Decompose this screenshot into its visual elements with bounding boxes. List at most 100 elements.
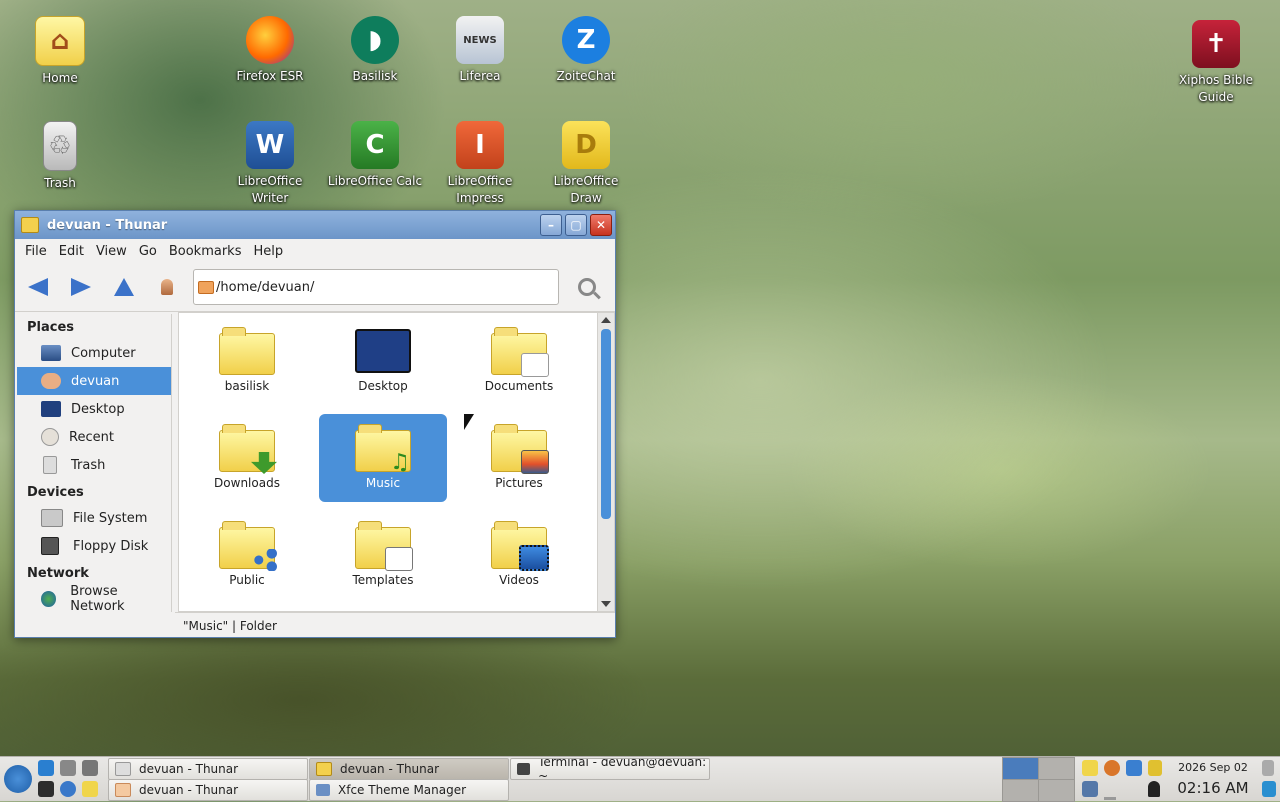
- desktop-icon-liferea[interactable]: NEWS Liferea: [432, 16, 528, 85]
- sidebar-section-places: Places: [27, 320, 75, 335]
- scroll-up-arrow-icon[interactable]: [601, 317, 611, 323]
- desktop-icon-firefox[interactable]: Firefox ESR: [222, 16, 318, 85]
- desktop-icon-draw[interactable]: D LibreOffice Draw: [538, 121, 634, 207]
- home-folder-icon: ⌂: [35, 16, 85, 66]
- task-button[interactable]: devuan - Thunar: [108, 758, 308, 780]
- menu-file[interactable]: File: [19, 244, 53, 259]
- sidebar-item-filesystem[interactable]: File System: [17, 504, 171, 532]
- pictures-folder-icon: [491, 424, 549, 474]
- floppy-icon: [41, 537, 59, 555]
- file-item-videos[interactable]: Videos: [455, 511, 583, 599]
- desktop-icon-home[interactable]: ⌂ Home: [12, 16, 108, 87]
- clock-time[interactable]: 02:16 AM: [1176, 779, 1250, 797]
- sidebar-item-devuan[interactable]: devuan: [17, 367, 171, 395]
- workspace-3[interactable]: [1002, 779, 1039, 802]
- file-item-label: Templates: [352, 573, 414, 587]
- liferea-news-icon: NEWS: [456, 16, 504, 64]
- clock-date[interactable]: 2026 Sep 02: [1176, 761, 1250, 774]
- task-button-terminal[interactable]: Terminal - devuan@devuan: ~: [510, 758, 710, 780]
- terminal-launcher-icon[interactable]: [38, 781, 54, 797]
- redshift-tray-icon[interactable]: [1104, 760, 1120, 776]
- eject-tray-icon[interactable]: [1104, 781, 1116, 800]
- sidebar-item-recent[interactable]: Recent: [17, 423, 171, 451]
- documents-folder-icon: [491, 327, 549, 377]
- updates-tray-icon[interactable]: [1126, 760, 1142, 776]
- file-item-desktop[interactable]: Desktop: [319, 317, 447, 405]
- vertical-scrollbar[interactable]: [597, 313, 614, 611]
- task-button-theme-manager[interactable]: Xfce Theme Manager: [309, 779, 509, 801]
- file-manager-launcher-icon[interactable]: [38, 760, 54, 776]
- file-item-label: Videos: [499, 573, 539, 587]
- downloads-folder-icon: [219, 424, 277, 474]
- file-item-templates[interactable]: Templates: [319, 511, 447, 599]
- sidebar-item-label: Floppy Disk: [73, 538, 149, 554]
- sidebar-item-floppy[interactable]: Floppy Disk: [17, 532, 171, 560]
- public-folder-icon: [219, 521, 277, 571]
- scroll-down-arrow-icon[interactable]: [601, 601, 611, 607]
- text-editor-launcher-icon[interactable]: [82, 781, 98, 797]
- workspace-1[interactable]: [1002, 757, 1039, 780]
- home-button[interactable]: [147, 269, 187, 305]
- task-button[interactable]: devuan - Thunar: [108, 779, 308, 801]
- desktop-icon-trash[interactable]: ♲ Trash: [12, 121, 108, 192]
- desktop-icon-impress[interactable]: I LibreOffice Impress: [432, 121, 528, 207]
- minimize-button[interactable]: –: [540, 214, 562, 236]
- notes-tray-icon[interactable]: [1082, 760, 1098, 776]
- sidebar-item-label: Browse Network: [70, 584, 125, 614]
- xfce-menu-icon[interactable]: [4, 765, 32, 793]
- notification-bell-icon[interactable]: [1148, 781, 1160, 797]
- power-tray-icon[interactable]: [1148, 760, 1162, 776]
- arrow-left-icon: [28, 278, 48, 296]
- file-item-music[interactable]: ♫ Music: [319, 414, 447, 502]
- calculator-launcher-icon[interactable]: [82, 760, 98, 776]
- task-label: Xfce Theme Manager: [338, 783, 467, 797]
- volume-tray-icon[interactable]: [1262, 760, 1274, 776]
- menu-edit[interactable]: Edit: [53, 244, 90, 259]
- firefox-icon: [246, 16, 294, 64]
- file-item-label: Music: [365, 476, 401, 490]
- sidebar-item-trash[interactable]: Trash: [17, 451, 171, 479]
- desktop-icon-basilisk[interactable]: ◗ Basilisk: [327, 16, 423, 85]
- arrow-up-icon: [114, 278, 134, 296]
- up-button[interactable]: [104, 269, 144, 305]
- folder-icon: [115, 762, 131, 776]
- sidebar-item-computer[interactable]: Computer: [17, 339, 171, 367]
- sidebar-item-desktop[interactable]: Desktop: [17, 395, 171, 423]
- task-label: devuan - Thunar: [340, 762, 440, 776]
- task-button-active[interactable]: devuan - Thunar: [309, 758, 509, 780]
- desktop-icon-writer[interactable]: W LibreOffice Writer: [222, 121, 318, 207]
- maximize-button[interactable]: ▢: [565, 214, 587, 236]
- show-desktop-icon[interactable]: [1262, 781, 1276, 797]
- browser-launcher-icon[interactable]: [60, 781, 76, 797]
- desktop-icon-calc[interactable]: C LibreOffice Calc: [327, 121, 423, 190]
- path-input[interactable]: [216, 279, 546, 295]
- search-button[interactable]: [567, 269, 607, 305]
- menu-help[interactable]: Help: [247, 244, 289, 259]
- window-body: Places Computer devuan Desktop Recent Tr…: [15, 312, 615, 614]
- file-item-label: Public: [229, 573, 265, 587]
- file-item-pictures[interactable]: Pictures: [455, 414, 583, 502]
- file-item-documents[interactable]: Documents: [455, 317, 583, 405]
- menu-go[interactable]: Go: [133, 244, 163, 259]
- desktop-icon-xiphos[interactable]: ✝ Xiphos Bible Guide: [1168, 20, 1264, 106]
- home-icon: [41, 373, 61, 389]
- file-item-public[interactable]: Public: [183, 511, 311, 599]
- network-tray-icon[interactable]: [1082, 781, 1098, 797]
- file-item-basilisk[interactable]: basilisk: [183, 317, 311, 405]
- desktop-icon: [41, 401, 61, 417]
- scrollbar-thumb[interactable]: [601, 329, 611, 519]
- forward-button[interactable]: [61, 269, 101, 305]
- workspace-4[interactable]: [1038, 779, 1075, 802]
- menu-view[interactable]: View: [90, 244, 133, 259]
- menu-bookmarks[interactable]: Bookmarks: [163, 244, 248, 259]
- file-item-downloads[interactable]: Downloads: [183, 414, 311, 502]
- back-button[interactable]: [18, 269, 58, 305]
- desktop-icon-zoitechat[interactable]: Z ZoiteChat: [538, 16, 634, 85]
- close-button[interactable]: ✕: [590, 214, 612, 236]
- window-titlebar[interactable]: devuan - Thunar – ▢ ✕: [15, 211, 615, 239]
- music-folder-icon: ♫: [355, 424, 411, 474]
- sidebar-item-browse-network[interactable]: Browse Network: [17, 584, 171, 614]
- settings-launcher-icon[interactable]: [60, 760, 76, 776]
- workspace-2[interactable]: [1038, 757, 1075, 780]
- desktop-icon-label: Basilisk: [352, 69, 398, 83]
